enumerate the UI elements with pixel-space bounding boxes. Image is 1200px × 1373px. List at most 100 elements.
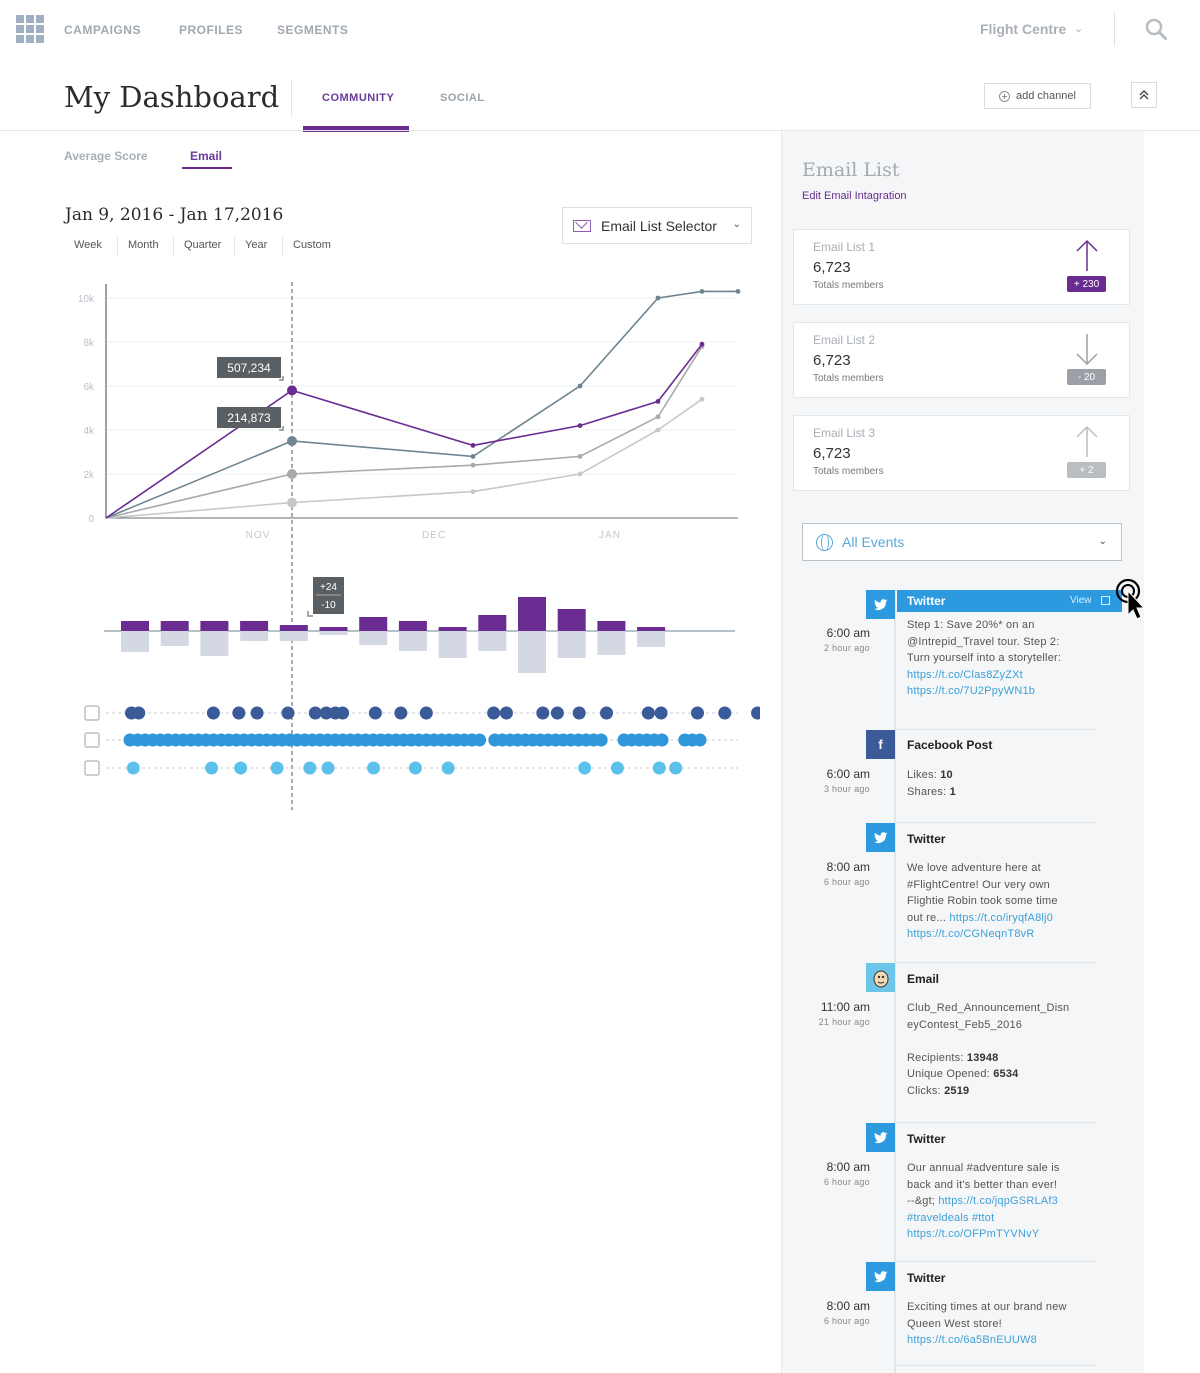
event-dot bbox=[578, 761, 592, 775]
sidebar-title: Email List bbox=[802, 159, 900, 181]
event-dot bbox=[487, 706, 501, 720]
data-point bbox=[577, 454, 583, 459]
event-link[interactable]: #traveldeals #ttot bbox=[907, 1210, 1097, 1227]
event-dot bbox=[655, 733, 669, 747]
bar-positive bbox=[398, 621, 427, 631]
grid-icon[interactable] bbox=[16, 15, 44, 43]
data-point bbox=[577, 383, 583, 389]
data-point bbox=[655, 427, 661, 433]
page-title: My Dashboard bbox=[64, 80, 280, 114]
account-switcher[interactable]: Flight Centre bbox=[980, 21, 1066, 37]
event-link[interactable]: https://t.co/iryqfA8lj0 bbox=[949, 912, 1053, 924]
event-link[interactable]: https://t.co/CGNeqnT8vR bbox=[907, 926, 1097, 943]
event-title: Twitter bbox=[907, 1132, 946, 1146]
event-divider bbox=[896, 729, 1096, 730]
bar-negative bbox=[398, 631, 427, 651]
bar-negative bbox=[438, 631, 467, 658]
event-link[interactable]: https://t.co/Clas8ZyZXt bbox=[907, 667, 1097, 684]
bar-negative bbox=[359, 631, 388, 645]
shares-value: 1 bbox=[949, 785, 956, 798]
period-year[interactable]: Year bbox=[234, 237, 277, 257]
nav-profiles[interactable]: PROFILES bbox=[179, 23, 243, 37]
external-link-icon[interactable] bbox=[1101, 596, 1110, 605]
event-dot bbox=[270, 761, 284, 775]
bar-negative bbox=[478, 631, 507, 651]
event-link[interactable]: https://t.co/6a5BnEUUW8 bbox=[907, 1332, 1097, 1349]
email-list-card[interactable]: Email List 1 6,723 Totals members + 230 bbox=[793, 229, 1130, 305]
data-point bbox=[287, 385, 297, 396]
mail-icon-shape bbox=[84, 760, 100, 776]
bar-positive bbox=[518, 597, 546, 631]
email-list-card[interactable]: Email List 2 6,723 Totals members - 20 bbox=[793, 322, 1130, 398]
tab-community[interactable]: COMMUNITY bbox=[322, 92, 394, 104]
subtab-email[interactable]: Email bbox=[190, 149, 222, 163]
value-tooltip-label: 214,873 bbox=[227, 411, 271, 425]
event-dot bbox=[321, 761, 335, 775]
tab-social[interactable]: SOCIAL bbox=[440, 92, 485, 104]
view-link[interactable]: View bbox=[1070, 595, 1092, 606]
nav-campaigns[interactable]: CAMPAIGNS bbox=[64, 23, 141, 37]
event-text: Flightie Robin took some time bbox=[907, 895, 1058, 907]
period-week[interactable]: Week bbox=[64, 237, 112, 257]
bar-tooltip-label: -10 bbox=[321, 600, 336, 611]
event-time: 6:00 am bbox=[826, 626, 870, 640]
y-tick-label: 10k bbox=[78, 294, 95, 305]
search-icon[interactable] bbox=[1145, 18, 1167, 40]
bar-positive bbox=[438, 627, 467, 631]
edit-email-integration-link[interactable]: Edit Email Intagration bbox=[802, 190, 907, 202]
event-header-bar[interactable]: Twitter View bbox=[897, 590, 1122, 612]
event-dot bbox=[641, 706, 655, 720]
y-tick-label: 0 bbox=[88, 514, 94, 525]
data-point bbox=[699, 341, 705, 347]
period-month[interactable]: Month bbox=[117, 237, 169, 257]
event-dot bbox=[367, 761, 381, 775]
event-link[interactable]: https://t.co/7U2PpyWN1b bbox=[907, 683, 1097, 700]
event-dot bbox=[751, 706, 760, 720]
event-time: 6:00 am bbox=[826, 767, 870, 781]
mail-icon bbox=[84, 760, 100, 776]
event-dot bbox=[206, 706, 220, 720]
data-point bbox=[577, 423, 583, 428]
nav-segments[interactable]: SEGMENTS bbox=[277, 23, 348, 37]
event-link[interactable]: https://t.co/OFPmTYVNvY bbox=[907, 1226, 1097, 1243]
chevrons-up-icon bbox=[1139, 90, 1149, 100]
event-text: Club_Red_Announcement_Disn bbox=[907, 1002, 1070, 1014]
subtab-average-score[interactable]: Average Score bbox=[64, 149, 148, 163]
y-tick-label: 4k bbox=[83, 426, 95, 437]
event-dot bbox=[610, 761, 624, 775]
event-link[interactable]: https://t.co/jqpGSRLAf3 bbox=[938, 1195, 1058, 1207]
nav-divider bbox=[1114, 12, 1115, 46]
collapse-button[interactable] bbox=[1131, 82, 1157, 108]
event-dot bbox=[550, 706, 564, 720]
event-dot bbox=[594, 733, 608, 747]
event-divider bbox=[896, 822, 1096, 823]
data-point bbox=[699, 396, 705, 402]
change-badge: - 20 bbox=[1067, 369, 1106, 385]
bar-positive bbox=[359, 617, 388, 631]
top-nav: CAMPAIGNS PROFILES SEGMENTS Flight Centr… bbox=[0, 0, 1200, 60]
email-list-selector[interactable]: Email List Selector ⌄ bbox=[562, 207, 752, 244]
period-quarter[interactable]: Quarter bbox=[173, 237, 231, 257]
event-dot bbox=[669, 761, 683, 775]
event-dot bbox=[536, 706, 550, 720]
add-channel-button[interactable]: add channel bbox=[984, 83, 1091, 109]
twitter-icon-shape bbox=[84, 732, 100, 748]
period-custom[interactable]: Custom bbox=[282, 237, 341, 257]
chevron-down-icon: ⌄ bbox=[732, 219, 741, 230]
mailchimp-icon bbox=[866, 963, 895, 992]
change-badge: + 230 bbox=[1067, 276, 1106, 292]
date-range: Jan 9, 2016 - Jan 17,2016 bbox=[65, 205, 284, 225]
bar-positive bbox=[121, 621, 149, 631]
event-time: 8:00 am bbox=[826, 1299, 870, 1313]
chevron-down-icon[interactable]: ⌄ bbox=[1074, 22, 1083, 35]
clicks-value: 2519 bbox=[944, 1084, 970, 1097]
event-text: Turn yourself into a storyteller: bbox=[907, 652, 1062, 664]
event-ago: 3 hour ago bbox=[823, 784, 870, 794]
event-body: Exciting times at our brand new Queen We… bbox=[907, 1299, 1097, 1349]
data-point bbox=[470, 443, 476, 448]
events-filter-dropdown[interactable]: All Events ⌄ bbox=[802, 523, 1122, 561]
event-body: Club_Red_Announcement_Disn eyContest_Feb… bbox=[907, 1000, 1097, 1099]
email-list-card[interactable]: Email List 3 6,723 Totals members + 2 bbox=[793, 415, 1130, 491]
recipients-label: Recipients: bbox=[907, 1051, 964, 1064]
event-dot bbox=[232, 706, 246, 720]
